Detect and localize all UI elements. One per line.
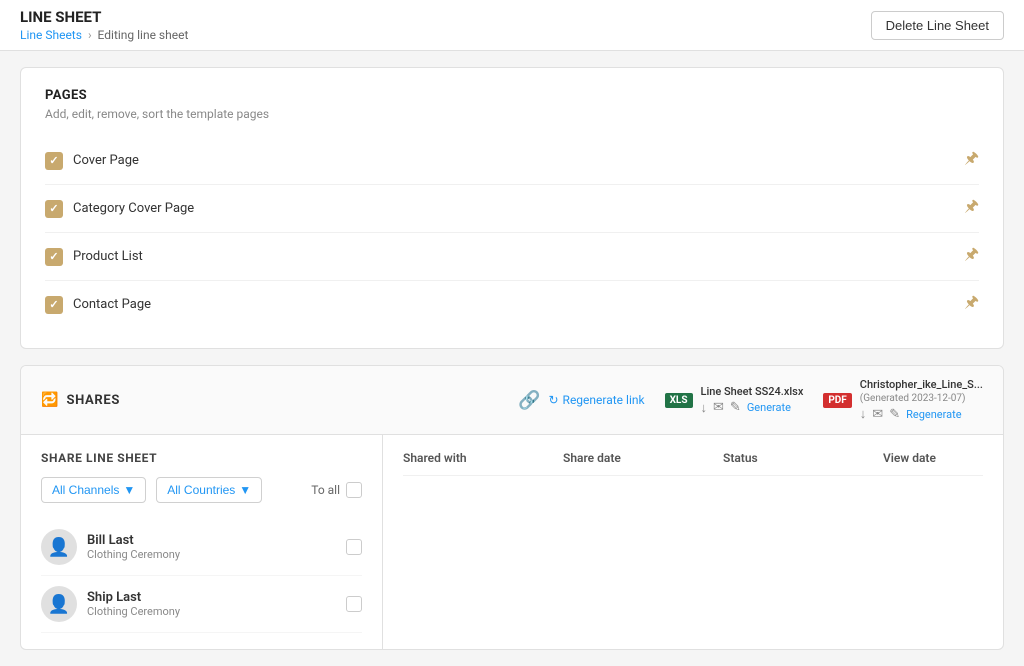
pdf-file-area: PDF Christopher_ike_Line_S... (Generated…: [823, 378, 983, 422]
chevron-down-icon2: ▼: [239, 483, 251, 497]
pages-section: PAGES Add, edit, remove, sort the templa…: [20, 67, 1004, 349]
xlsx-download-icon[interactable]: ↓: [701, 400, 708, 416]
pdf-download-icon[interactable]: ↓: [860, 406, 867, 422]
contact-page-edit-icon[interactable]: 🖈: [964, 291, 979, 318]
category-page-edit-icon[interactable]: 🖈: [964, 195, 979, 222]
share-right-panel: Shared with Share date Status View date: [383, 435, 1003, 649]
pages-list: Cover Page 🖈 Category Cover Page 🖈 Produ…: [45, 137, 979, 328]
avatar-bill: 👤: [41, 529, 77, 565]
regenerate-link-button[interactable]: ↻ Regenerate link: [548, 393, 644, 407]
col-share-date: Share date: [563, 451, 663, 465]
all-countries-filter[interactable]: All Countries ▼: [156, 477, 262, 503]
xlsx-generate-button[interactable]: Generate: [747, 401, 791, 414]
product-page-checkbox[interactable]: [45, 248, 63, 266]
pdf-icon: PDF: [823, 393, 851, 408]
shares-actions: 🔗 ↻ Regenerate link XLS Line Sheet SS24.…: [518, 378, 983, 422]
to-all-label: To all: [311, 483, 340, 497]
link-icon: 🔗: [518, 390, 540, 411]
shares-body: SHARE LINE SHEET All Channels ▼ All Coun…: [21, 435, 1003, 649]
main-content: PAGES Add, edit, remove, sort the templa…: [0, 51, 1024, 666]
delete-line-sheet-button[interactable]: Delete Line Sheet: [871, 11, 1004, 40]
shared-with-header: Shared with Share date Status View date: [403, 451, 983, 476]
cover-page-label: Cover Page: [73, 153, 139, 168]
category-page-label: Category Cover Page: [73, 201, 194, 216]
to-all-checkbox[interactable]: [346, 482, 362, 498]
col-view-date: View date: [883, 451, 983, 465]
pdf-generated-date: (Generated 2023-12-07): [860, 393, 983, 404]
regenerate-label: Regenerate link: [563, 393, 645, 407]
pdf-edit-icon[interactable]: ✎: [889, 407, 900, 422]
category-page-checkbox[interactable]: [45, 200, 63, 218]
col-shared-with: Shared with: [403, 451, 503, 465]
page-title: LINE SHEET: [20, 8, 188, 26]
contact-company-bill: Clothing Ceremony: [87, 548, 180, 561]
breadcrumb-current: Editing line sheet: [98, 28, 189, 42]
regenerate-icon: ↻: [548, 393, 558, 407]
pdf-email-icon[interactable]: ✉: [872, 407, 883, 422]
page-item-product: Product List 🖈: [45, 233, 979, 281]
contact-row-ship: 👤 Ship Last Clothing Ceremony: [41, 576, 362, 633]
page-item-contact: Contact Page 🖈: [45, 281, 979, 328]
cover-page-edit-icon[interactable]: 🖈: [964, 147, 979, 174]
pdf-filename: Christopher_ike_Line_S...: [860, 378, 983, 391]
contact-checkbox-ship[interactable]: [346, 596, 362, 612]
share-left-panel: SHARE LINE SHEET All Channels ▼ All Coun…: [21, 435, 383, 649]
page-item-cover: Cover Page 🖈: [45, 137, 979, 185]
xlsx-icon: XLS: [665, 393, 693, 408]
contact-name-ship: Ship Last: [87, 590, 180, 605]
chevron-down-icon: ▼: [123, 483, 135, 497]
col-status: Status: [723, 451, 823, 465]
pdf-regenerate-button[interactable]: Regenerate: [906, 408, 961, 421]
xlsx-email-icon[interactable]: ✉: [713, 400, 724, 415]
contact-page-label: Contact Page: [73, 297, 151, 312]
page-item-category: Category Cover Page 🖈: [45, 185, 979, 233]
all-channels-filter[interactable]: All Channels ▼: [41, 477, 146, 503]
cover-page-checkbox[interactable]: [45, 152, 63, 170]
avatar-ship: 👤: [41, 586, 77, 622]
contact-row-bill: 👤 Bill Last Clothing Ceremony: [41, 519, 362, 576]
shares-section: 🔁 SHARES 🔗 ↻ Regenerate link XLS Line Sh…: [20, 365, 1004, 650]
shares-header: 🔁 SHARES 🔗 ↻ Regenerate link XLS Line Sh…: [21, 366, 1003, 435]
xlsx-filename: Line Sheet SS24.xlsx: [701, 385, 804, 398]
to-all-row: To all: [311, 482, 362, 498]
contact-name-bill: Bill Last: [87, 533, 180, 548]
shares-icon: 🔁: [41, 392, 58, 408]
top-bar-left: LINE SHEET Line Sheets › Editing line sh…: [20, 8, 188, 42]
breadcrumb-link[interactable]: Line Sheets: [20, 28, 82, 42]
top-bar: LINE SHEET Line Sheets › Editing line sh…: [0, 0, 1024, 51]
contact-company-ship: Clothing Ceremony: [87, 605, 180, 618]
pages-title: PAGES: [45, 88, 979, 103]
breadcrumb-separator: ›: [88, 28, 92, 42]
contact-page-checkbox[interactable]: [45, 296, 63, 314]
product-page-label: Product List: [73, 249, 143, 264]
product-page-edit-icon[interactable]: 🖈: [964, 243, 979, 270]
xlsx-file-area: XLS Line Sheet SS24.xlsx ↓ ✉ ✎ Generate: [665, 385, 804, 416]
xlsx-edit-icon[interactable]: ✎: [730, 400, 741, 415]
filter-row: All Channels ▼ All Countries ▼ To all: [41, 477, 362, 503]
share-line-sheet-title: SHARE LINE SHEET: [41, 451, 362, 465]
pages-subtitle: Add, edit, remove, sort the template pag…: [45, 107, 979, 121]
breadcrumb: Line Sheets › Editing line sheet: [20, 28, 188, 42]
shares-title: SHARES: [66, 393, 120, 408]
contact-checkbox-bill[interactable]: [346, 539, 362, 555]
